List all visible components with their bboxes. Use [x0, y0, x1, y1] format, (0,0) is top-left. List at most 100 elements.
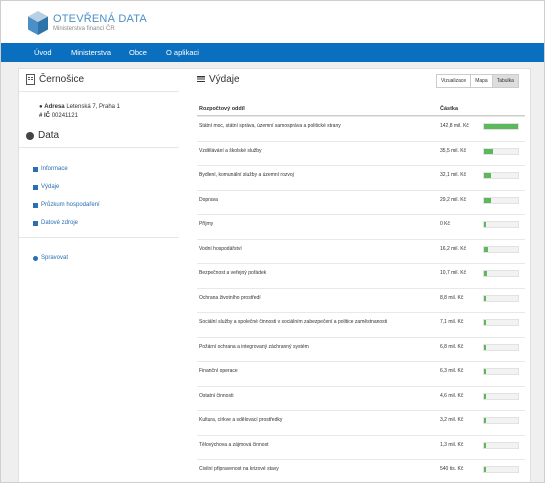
main-nav: Úvod Ministerstva Obce O aplikaci	[1, 43, 544, 62]
view-button-mapa[interactable]: Mapa	[471, 74, 493, 88]
data-heading: Data	[26, 130, 59, 141]
hash-icon: #	[39, 113, 43, 119]
expenses-panel: Výdaje Vizualizace Mapa Tabulka Rozpočto…	[192, 69, 530, 482]
amount-bar[interactable]	[483, 147, 519, 155]
table-row[interactable]: Vzdělávání a školské služby 35,5 mil. Kč	[197, 140, 525, 166]
sidebar-link-spravovat[interactable]: Spravovat	[33, 255, 68, 261]
table-row[interactable]: Ostatní činnosti 4,6 mil. Kč	[197, 385, 525, 411]
row-name: Bydlení, komunální služby a územní rozvo…	[199, 172, 294, 178]
amount-bar-fill	[484, 344, 487, 350]
table-row[interactable]: Státní moc, státní správa, územní samosp…	[197, 116, 525, 141]
amount-bar[interactable]	[483, 368, 519, 375]
download-icon	[33, 220, 38, 226]
row-amount: 1,3 mil. Kč	[440, 441, 464, 448]
table-row[interactable]: Civilní připravenost na krizové stavy 540…	[197, 459, 525, 482]
row-name: Bezpečnost a veřejný pořádek	[199, 270, 267, 276]
amount-bar-fill	[484, 295, 487, 301]
sidebar-link-vydaje[interactable]: Výdaje	[33, 184, 59, 190]
divider	[19, 147, 179, 148]
amount-bar[interactable]	[483, 221, 519, 228]
expenses-title-text: Výdaje	[209, 74, 240, 85]
amount-bar-fill	[484, 173, 492, 178]
row-name: Požární ochrana a integrovaný záchranný …	[199, 343, 309, 350]
amount-bar[interactable]	[483, 123, 519, 130]
nav-item-ministerstva[interactable]: Ministerstva	[71, 43, 111, 62]
divider	[19, 91, 179, 92]
table-row[interactable]: Bezpečnost a veřejný pořádek 10,7 mil. Kč	[197, 263, 525, 288]
amount-bar-fill	[484, 148, 493, 154]
table-row[interactable]: Doprava 29,2 mil. Kč	[197, 189, 525, 215]
sidebar-link-label: Výdaje	[41, 184, 60, 190]
amount-bar-fill	[484, 418, 487, 423]
row-amount: 142,8 mil. Kč	[440, 123, 469, 129]
amount-bar[interactable]	[483, 417, 519, 424]
amount-bar-fill	[484, 393, 487, 399]
view-button-vizualizace[interactable]: Vizualizace	[436, 74, 472, 88]
amount-bar-fill	[484, 197, 491, 203]
row-name: Státní moc, státní správa, územní samosp…	[199, 123, 341, 129]
table-row[interactable]: Bydlení, komunální služby a územní rozvo…	[197, 165, 525, 190]
table-icon	[33, 184, 38, 190]
divider	[19, 237, 179, 238]
row-name: Civilní připravenost na krizové stavy	[199, 466, 279, 472]
map-marker-icon: ●	[39, 104, 43, 110]
amount-bar-fill	[484, 124, 518, 129]
app-window: OTEVŘENÁ DATA Ministerstva financí ČR Úv…	[0, 0, 545, 483]
row-amount: 10,7 mil. Kč	[440, 270, 467, 276]
amount-bar-fill	[484, 320, 487, 325]
amount-bar[interactable]	[483, 441, 519, 449]
ic-line: # IČ 00241121	[39, 113, 78, 119]
amount-bar[interactable]	[483, 343, 519, 351]
table-row[interactable]: Vodní hospodářství 16,2 mil. Kč	[197, 238, 525, 264]
amount-bar-fill	[484, 369, 487, 374]
row-name: Doprava	[199, 196, 218, 203]
amount-bar[interactable]	[483, 319, 519, 326]
table-row[interactable]: Ochrana životního prostředí 8,8 mil. Kč	[197, 287, 525, 313]
sidebar-link-label: Informace	[41, 166, 68, 172]
sidebar-link-label: Průzkum hospodaření	[41, 202, 100, 208]
table-row[interactable]: Kultura, církve a sdělovací prostředky 3,…	[197, 410, 525, 435]
row-amount: 35,5 mil. Kč	[440, 147, 467, 154]
brand-title: OTEVŘENÁ DATA	[53, 13, 147, 25]
column-header-oddil[interactable]: Rozpočtový oddíl	[199, 106, 245, 112]
dashboard-icon	[26, 131, 34, 140]
nav-item-obce[interactable]: Obce	[129, 43, 147, 62]
table-row[interactable]: Příjmy 0 Kč	[197, 214, 525, 239]
amount-bar[interactable]	[483, 392, 519, 400]
brand-logo-link[interactable]: OTEVŘENÁ DATA Ministerstva financí ČR	[27, 7, 147, 39]
cube-logo-icon	[28, 11, 48, 35]
amount-bar[interactable]	[483, 172, 519, 179]
amount-bar[interactable]	[483, 294, 519, 302]
view-button-tabulka[interactable]: Tabulka	[492, 74, 519, 88]
amount-bar[interactable]	[483, 466, 519, 473]
row-name: Finanční operace	[199, 368, 238, 374]
amount-bar[interactable]	[483, 245, 519, 253]
amount-bar-fill	[484, 222, 487, 227]
list-icon	[33, 166, 38, 172]
table-row[interactable]: Tělovýchova a zájmová činnost 1,3 mil. Kč	[197, 434, 525, 460]
row-name: Ochrana životního prostředí	[199, 294, 261, 301]
table-row[interactable]: Sociální služby a společné činnosti v so…	[197, 312, 525, 337]
amount-bar[interactable]	[483, 196, 519, 204]
row-name: Příjmy	[199, 221, 214, 227]
row-amount: 540 tis. Kč	[440, 466, 464, 472]
brand-text: OTEVŘENÁ DATA Ministerstva financí ČR	[53, 13, 147, 33]
row-amount: 0 Kč	[440, 221, 451, 227]
row-name: Vodní hospodářství	[199, 245, 242, 252]
row-name: Tělovýchova a zájmová činnost	[199, 441, 269, 448]
table-row[interactable]: Finanční operace 6,3 mil. Kč	[197, 361, 525, 386]
sidebar-link-informace[interactable]: Informace	[33, 166, 68, 172]
row-name: Ostatní činnosti	[199, 392, 234, 399]
sidebar-link-pruzkum[interactable]: Průzkum hospodaření	[33, 202, 100, 208]
table-row[interactable]: Požární ochrana a integrovaný záchranný …	[197, 336, 525, 362]
row-amount: 8,8 mil. Kč	[440, 294, 464, 301]
address-value: Letenská 7, Praha 1	[66, 104, 121, 110]
nav-item-o-aplikaci[interactable]: O aplikaci	[166, 43, 199, 62]
column-header-castka[interactable]: Částka	[440, 106, 458, 112]
nav-item-uvod[interactable]: Úvod	[34, 43, 52, 62]
gear-icon	[33, 255, 38, 261]
sidebar-link-datove-zdroje[interactable]: Datové zdroje	[33, 220, 78, 226]
row-amount: 3,2 mil. Kč	[440, 417, 464, 423]
row-amount: 32,1 mil. Kč	[440, 172, 467, 178]
amount-bar[interactable]	[483, 270, 519, 277]
